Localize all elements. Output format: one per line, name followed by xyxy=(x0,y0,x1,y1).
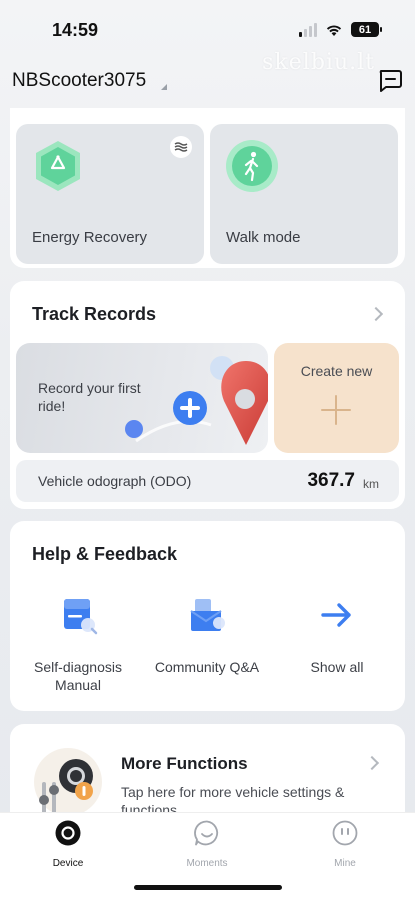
device-icon xyxy=(55,820,81,846)
wifi-icon xyxy=(326,24,342,36)
device-switch-caret-icon[interactable] xyxy=(161,84,167,90)
odo-bar: Vehicle odograph (ODO) 367.7 km xyxy=(16,460,399,502)
signal-icon xyxy=(299,22,317,37)
tab-mine-label: Mine xyxy=(334,858,356,869)
tab-device[interactable]: Device xyxy=(28,819,108,869)
odo-value: 367.7 xyxy=(307,470,355,491)
manual-icon xyxy=(64,599,98,635)
odo-label: Vehicle odograph (ODO) xyxy=(38,473,192,489)
create-new-button[interactable]: Create new xyxy=(274,343,399,453)
status-icons: 61 xyxy=(299,22,382,37)
tab-moments[interactable]: Moments xyxy=(167,819,247,869)
community-qa-button[interactable]: Community Q&A xyxy=(144,593,270,676)
walk-mode-tile[interactable]: Walk mode xyxy=(210,124,398,264)
tab-moments-label: Moments xyxy=(186,858,228,869)
energy-recovery-label: Energy Recovery xyxy=(32,229,148,246)
self-diagnosis-manual-button[interactable]: Self-diagnosis Manual xyxy=(16,593,140,694)
moments-icon xyxy=(194,820,219,846)
show-all-button[interactable]: Show all xyxy=(278,593,396,676)
walk-mode-label: Walk mode xyxy=(226,229,301,246)
tab-mine[interactable]: Mine xyxy=(305,819,385,869)
header: NBScooter3075 xyxy=(0,58,415,104)
arrow-right-icon xyxy=(321,603,351,627)
more-functions-chevron-icon xyxy=(364,755,380,771)
settings-knob-icon xyxy=(34,748,102,816)
community-qa-label: Community Q&A xyxy=(154,659,260,675)
community-qa-icon xyxy=(190,599,225,631)
status-time: 14:59 xyxy=(52,20,99,40)
help-feedback-card: Help & Feedback Self-diagnosis Manual Co… xyxy=(10,521,405,711)
track-records-title[interactable]: Track Records xyxy=(32,304,156,325)
plus-icon xyxy=(321,395,351,425)
show-all-label: Show all xyxy=(310,659,364,675)
track-records-card: Track Records Record your first ride! Cr… xyxy=(10,281,405,509)
track-records-chevron-icon[interactable] xyxy=(368,306,384,322)
mine-icon xyxy=(332,820,358,846)
energy-recovery-tile[interactable]: Energy Recovery xyxy=(16,124,204,264)
create-new-label: Create new xyxy=(300,363,373,379)
odo-unit: km xyxy=(363,477,379,491)
more-functions-title: More Functions xyxy=(121,754,248,773)
modes-card: Energy Recovery Walk mode xyxy=(10,108,405,268)
recycle-hexagon-icon xyxy=(36,141,80,191)
self-diagnosis-label: Self-diagnosis Manual xyxy=(34,659,122,693)
device-name[interactable]: NBScooter3075 xyxy=(12,70,146,92)
help-feedback-title: Help & Feedback xyxy=(32,544,178,564)
home-indicator[interactable] xyxy=(134,885,282,890)
message-icon[interactable] xyxy=(377,68,403,92)
tab-device-label: Device xyxy=(52,858,84,869)
record-first-ride-tile[interactable]: Record your first ride! xyxy=(16,343,268,453)
wave-icon[interactable] xyxy=(170,136,192,158)
battery-icon: 61 xyxy=(351,22,382,37)
walking-person-icon xyxy=(226,140,278,192)
map-pin-illustration-icon xyxy=(125,356,268,445)
